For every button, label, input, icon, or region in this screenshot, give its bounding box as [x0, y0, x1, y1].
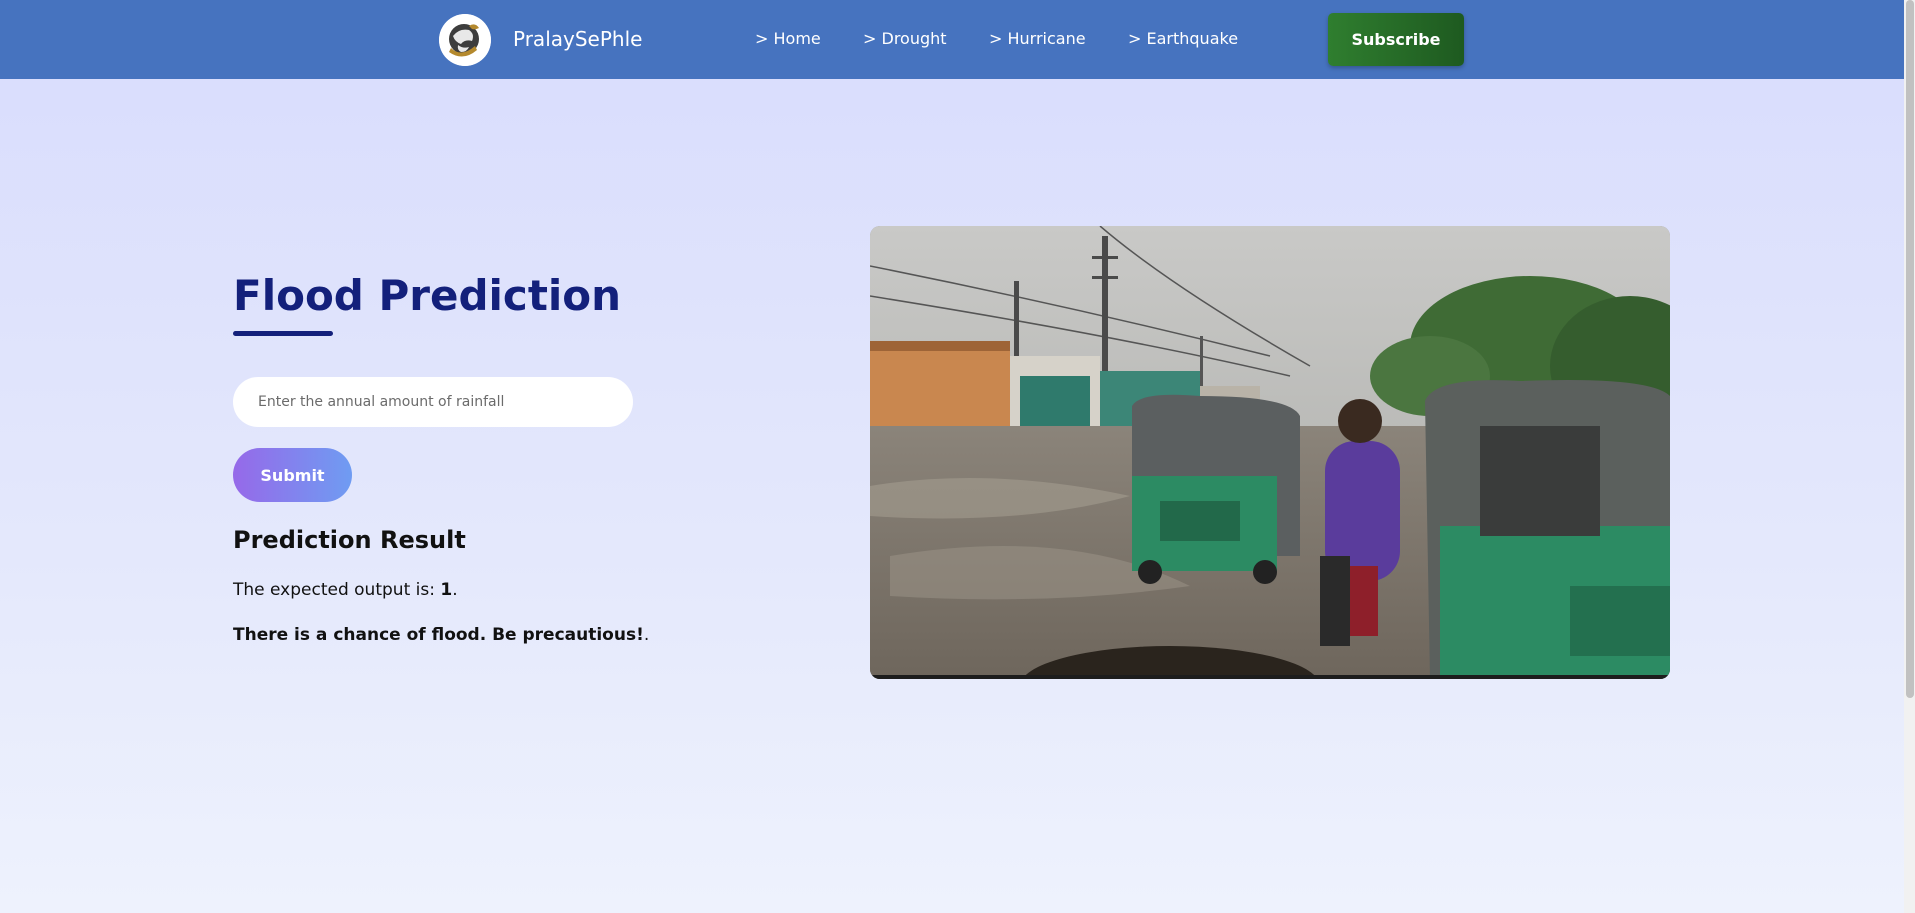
title-underline [233, 331, 333, 336]
result-message: There is a chance of flood. Be precautio… [233, 625, 649, 645]
result-message-text: There is a chance of flood. Be precautio… [233, 625, 644, 645]
globe-logo-icon[interactable] [439, 14, 491, 66]
rainfall-input[interactable] [233, 377, 633, 427]
subscribe-button[interactable]: Subscribe [1328, 13, 1464, 66]
nav-drought[interactable]: > Drought [863, 29, 947, 49]
result-output-prefix: The expected output is: [233, 580, 441, 600]
brand-name[interactable]: PralaySePhle [513, 26, 642, 52]
nav-home[interactable]: > Home [755, 29, 821, 49]
result-output: The expected output is: 1. [233, 580, 458, 600]
nav-hurricane[interactable]: > Hurricane [989, 29, 1086, 49]
result-message-suffix: . [643, 625, 650, 645]
result-output-value: 1 [440, 580, 453, 600]
scrollbar-thumb[interactable] [1906, 0, 1914, 698]
flooded-street-photo [870, 226, 1670, 679]
nav-earthquake[interactable]: > Earthquake [1128, 29, 1238, 49]
navbar: PralaySePhle > Home > Drought > Hurrican… [0, 0, 1904, 79]
submit-button[interactable]: Submit [233, 448, 352, 502]
page-title: Flood Prediction [233, 271, 622, 320]
result-output-suffix: . [452, 580, 458, 600]
result-heading: Prediction Result [233, 526, 466, 554]
